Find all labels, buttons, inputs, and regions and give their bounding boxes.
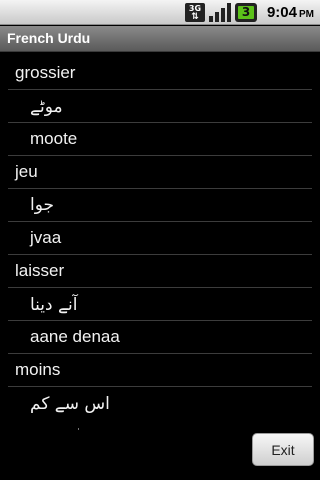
list-item-urdu-translation[interactable]: اس سے کم [8, 387, 312, 420]
word-list[interactable]: grossier موٹے moote jeu جوا jvaa laisser… [8, 57, 312, 420]
list-item-urdu-translation[interactable]: موٹے [8, 90, 312, 123]
app-title-bar: French Urdu [0, 26, 320, 52]
network-3g-icon: 3G ⇅ [185, 3, 205, 22]
clock-time: 9:04 [266, 4, 297, 21]
app-title: French Urdu [7, 30, 91, 46]
list-item-roman-translation[interactable]: moote [8, 123, 312, 156]
battery-icon: 3 [235, 3, 257, 22]
list-item-roman-translation[interactable]: aane denaa [8, 321, 312, 354]
list-item-french-word[interactable]: grossier [8, 57, 312, 90]
clock: 9:04 PM [267, 3, 314, 22]
list-item-french-word[interactable]: moins [8, 354, 312, 387]
list-item-roman-translation[interactable]: jvaa [8, 222, 312, 255]
list-item-urdu-translation[interactable]: جوا [8, 189, 312, 222]
list-item-french-word[interactable]: jeu [8, 156, 312, 189]
list-item-urdu-translation[interactable]: آنے دینا [8, 288, 312, 321]
battery-level-label: 3 [241, 5, 251, 19]
data-arrows-icon: ⇅ [191, 12, 199, 22]
list-item-french-word[interactable]: laisser [8, 255, 312, 288]
signal-strength-icon [209, 3, 231, 22]
list-divider-dot [78, 428, 79, 430]
status-bar: 3G ⇅ 3 9:04 PM [0, 0, 320, 25]
exit-button[interactable]: Exit [252, 433, 314, 466]
clock-ampm: PM [299, 9, 314, 20]
